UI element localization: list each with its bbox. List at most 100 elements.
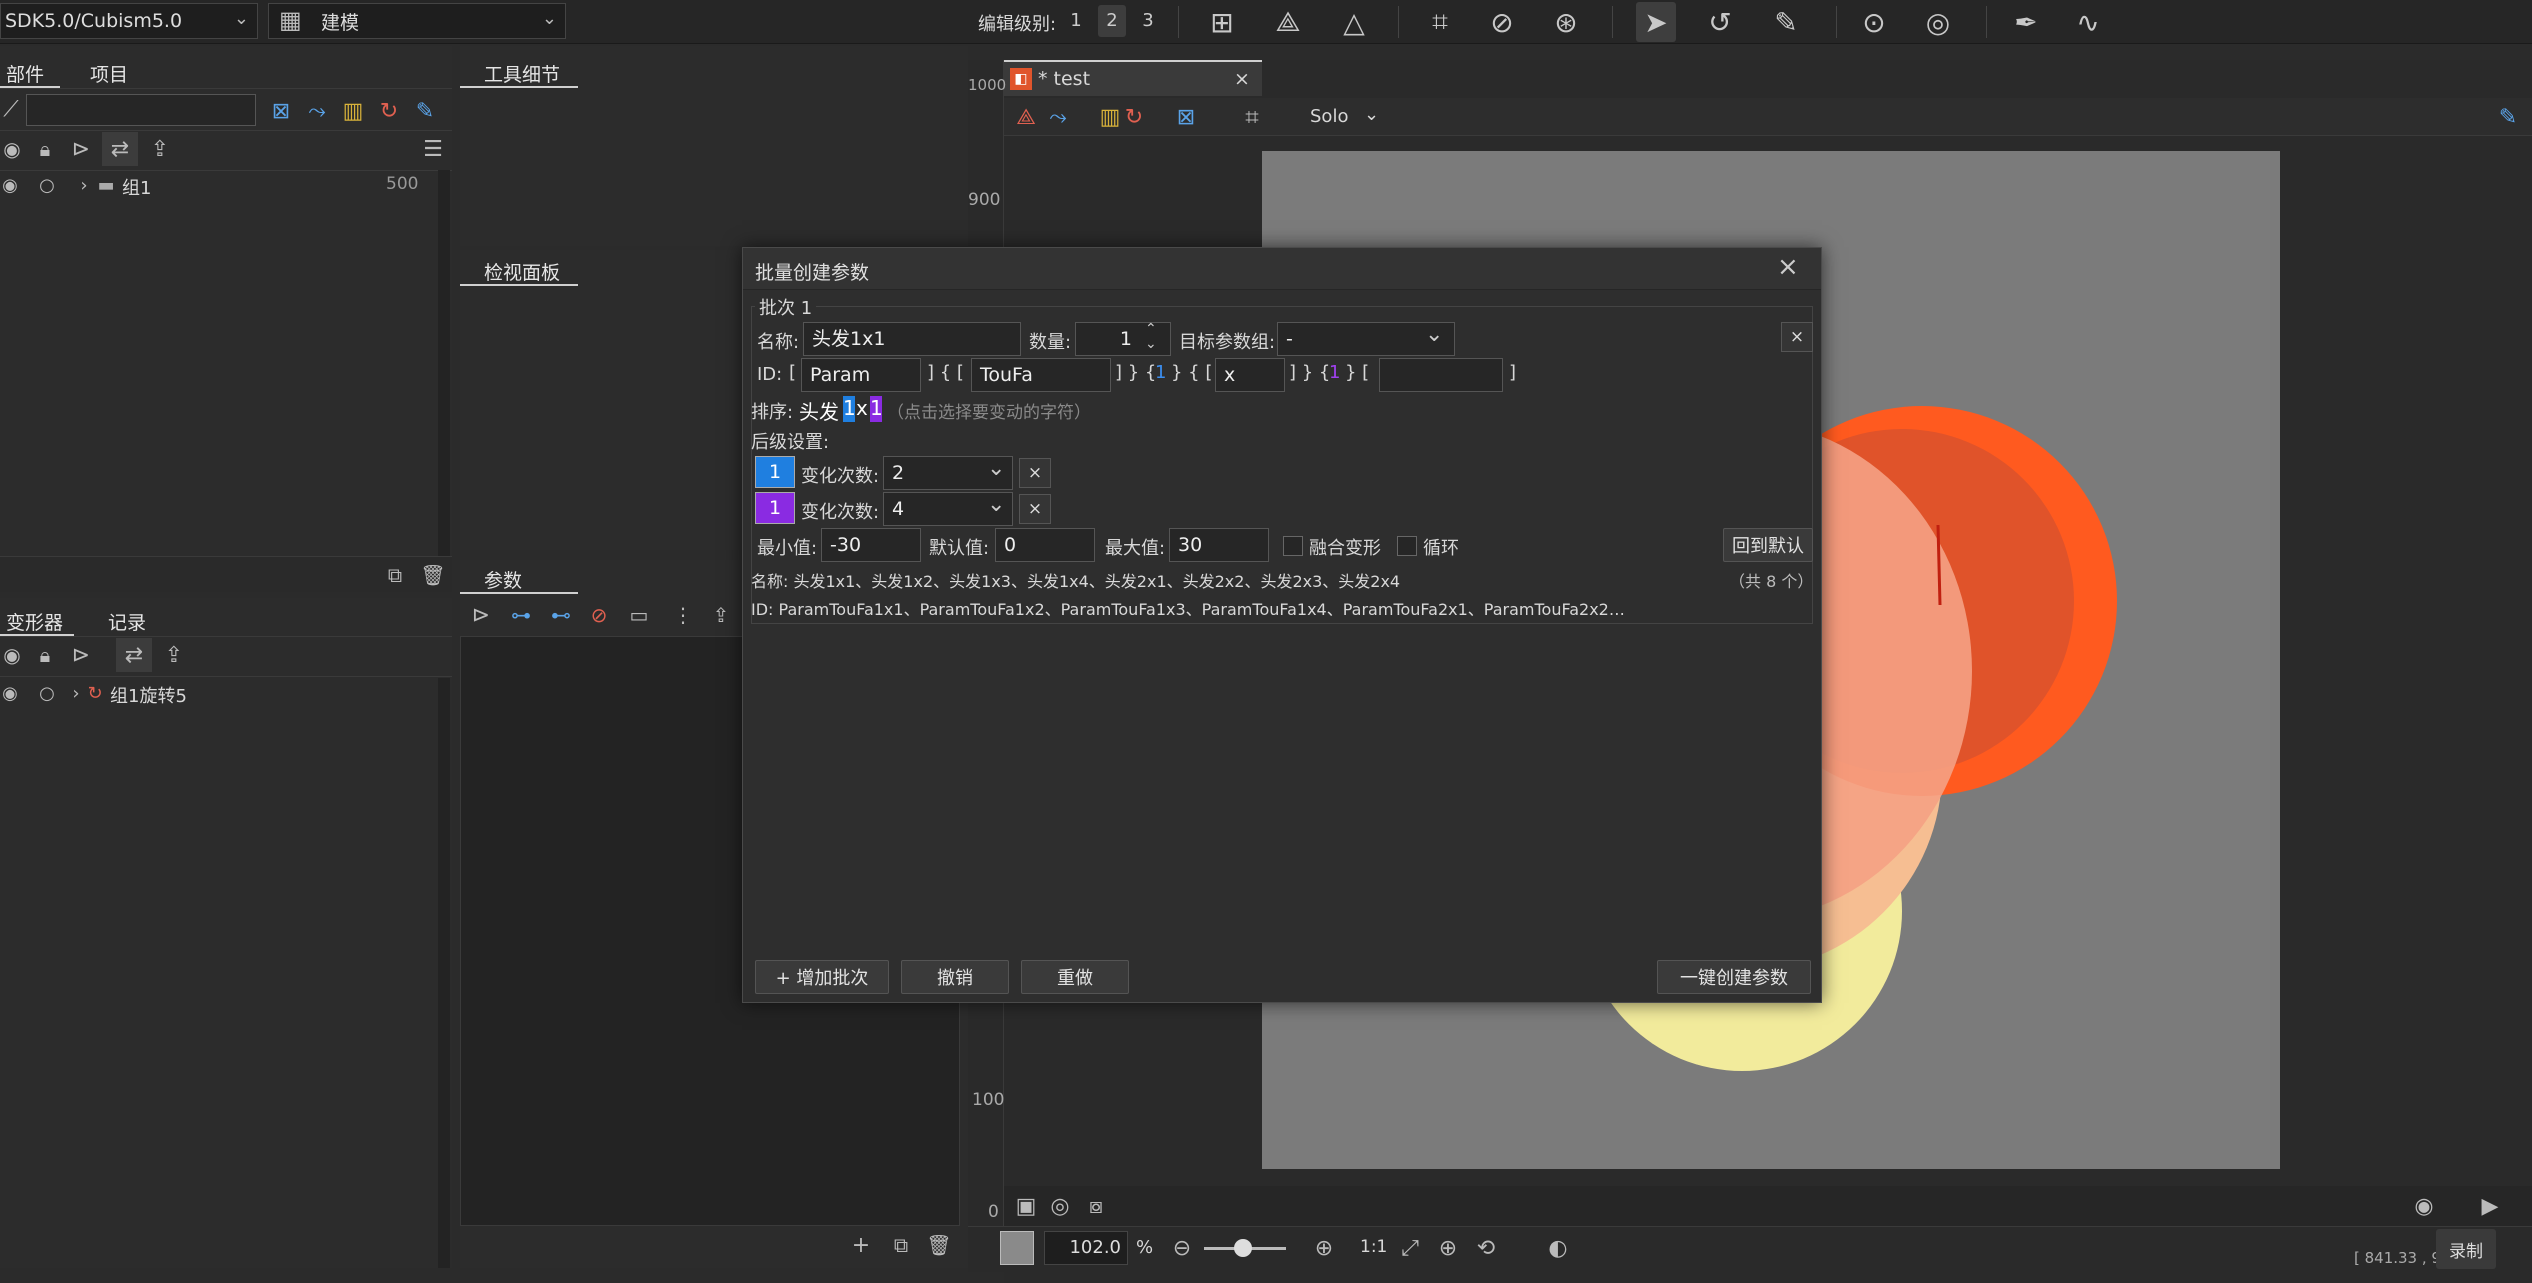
suffix-badge-blue[interactable]: 1 <box>755 456 795 488</box>
path-icon[interactable]: ∿ <box>2068 2 2108 42</box>
id-variable-1[interactable]: 1 <box>1155 362 1166 383</box>
id-variable-2[interactable]: 1 <box>1329 362 1340 383</box>
record-button[interactable]: 录制 <box>2436 1229 2496 1269</box>
sdk-version-select[interactable]: SDK5.0/Cubism5.0 ⌄ <box>0 3 258 39</box>
default-input[interactable]: 0 <box>995 528 1095 562</box>
remove-suffix-button[interactable]: × <box>1019 458 1051 488</box>
radio-circle-icon[interactable]: ○ <box>34 172 60 198</box>
param-link-icon[interactable]: ⊷ <box>544 600 578 630</box>
tab-parts[interactable]: 部件 <box>6 60 44 87</box>
pin-add-icon[interactable]: ◎ <box>1918 2 1958 42</box>
rotation-icon[interactable]: ↻ <box>374 96 404 126</box>
camera-sync-icon[interactable]: ◎ <box>1044 1190 1076 1222</box>
pen-icon[interactable]: ✎ <box>2492 100 2524 134</box>
plus-icon[interactable]: + <box>846 1230 876 1260</box>
warp-icon[interactable]: ⊠ <box>266 96 296 126</box>
radio-circle-icon[interactable]: ○ <box>34 680 60 706</box>
undo-button[interactable]: 撤销 <box>901 960 1009 994</box>
chevron-down-icon[interactable]: ⌄ <box>987 492 1005 517</box>
tree-row[interactable]: ◉ ○ › ↻ 组1旋转5 <box>0 678 440 710</box>
grid-icon[interactable]: ⌗ <box>1232 100 1272 134</box>
eye-icon[interactable]: ◉ <box>0 680 20 706</box>
id-part3-input[interactable]: x <box>1215 358 1285 392</box>
menu-icon[interactable]: ☰ <box>418 134 448 164</box>
background-color-swatch[interactable] <box>1000 1231 1034 1265</box>
swap-icon[interactable]: ⇄ <box>116 638 152 672</box>
play-circle-icon[interactable]: ⊳ <box>466 600 496 630</box>
remove-suffix-button[interactable]: × <box>1019 494 1051 524</box>
chevron-down-icon[interactable]: ⌄ <box>987 456 1005 481</box>
layout-icon[interactable]: ⊞ <box>1202 2 1242 42</box>
document-tab[interactable]: ◧ * test × <box>1004 60 1262 96</box>
min-input[interactable]: -30 <box>821 528 921 562</box>
trash-icon[interactable]: 🗑︎ <box>418 561 448 589</box>
param-export-icon[interactable]: ⇪ <box>704 600 738 630</box>
pen-icon[interactable]: ✒ <box>2006 2 2046 42</box>
play-circle-icon[interactable]: ⊳ <box>66 134 96 164</box>
create-all-button[interactable]: 一键创建参数 <box>1657 960 1811 994</box>
param-slider-icon[interactable]: ▭ <box>622 600 656 630</box>
filter-icon[interactable]: ⟋ <box>0 94 22 124</box>
chevron-right-icon[interactable]: › <box>76 172 92 198</box>
param-grid-icon[interactable]: ⋮ <box>666 600 700 630</box>
mesh-edit-icon[interactable]: ⟁ <box>1268 2 1308 42</box>
zoom-in-icon[interactable]: ⊕ <box>1308 1231 1340 1265</box>
auto-mesh-icon[interactable]: △ <box>1334 2 1374 42</box>
dialog-titlebar[interactable]: 批量创建参数 × <box>743 248 1821 290</box>
chevron-down-icon[interactable]: ⌄ <box>1364 104 1379 125</box>
param-add-icon[interactable]: ⊶ <box>504 600 538 630</box>
scrollbar[interactable] <box>438 170 450 590</box>
toggle-icon[interactable]: ◐ <box>1538 1231 1578 1265</box>
chevron-down-icon[interactable]: ⌄ <box>1425 322 1443 347</box>
param-remove-icon[interactable]: ⊘ <box>582 600 616 630</box>
rotation-deformer-icon[interactable]: ⊘ <box>1482 2 1522 42</box>
parts-search-input[interactable] <box>26 94 256 126</box>
copy-icon[interactable]: ⧉ <box>380 561 410 589</box>
fit-icon[interactable]: ⤢ <box>1394 1231 1426 1265</box>
edit-level-2[interactable]: 2 <box>1098 5 1126 37</box>
zoom-out-icon[interactable]: ⊖ <box>1166 1231 1198 1265</box>
warp-deformer-icon[interactable]: ⌗ <box>1420 2 1460 42</box>
mode-select[interactable]: ▦ 建模 ⌄ <box>268 3 566 39</box>
lasso-icon[interactable]: ↺ <box>1700 2 1740 42</box>
close-icon[interactable]: × <box>1234 68 1250 90</box>
ratio-label[interactable]: 1:1 <box>1360 1237 1387 1257</box>
id-suffix-input[interactable] <box>1379 358 1503 392</box>
chevron-right-icon[interactable]: › <box>68 680 84 706</box>
lock-icon[interactable]: 🔒︎ <box>30 134 60 164</box>
name-input[interactable]: 头发1x1 <box>803 322 1021 356</box>
export-lock-icon[interactable]: ⇪ <box>156 638 192 672</box>
reset-default-button[interactable]: 回到默认 <box>1723 528 1813 562</box>
swap-icon[interactable]: ⇄ <box>102 132 138 166</box>
mesh-icon[interactable]: ⟁ <box>1010 100 1042 134</box>
rotation-icon[interactable]: ↻ <box>1118 100 1150 134</box>
order-prefix[interactable]: 头发 <box>799 396 839 425</box>
center-icon[interactable]: ⊕ <box>1432 1231 1464 1265</box>
eye-icon[interactable]: ◉ <box>0 172 20 198</box>
order-char-2[interactable]: 1 <box>870 396 883 422</box>
play-icon[interactable]: ▶ <box>2474 1190 2506 1222</box>
suffix-badge-purple[interactable]: 1 <box>755 492 795 524</box>
close-icon[interactable]: × <box>1777 252 1799 282</box>
eye-icon[interactable]: ◉ <box>0 640 24 670</box>
zoom-input[interactable]: 102.0 <box>1044 1231 1128 1265</box>
export-lock-icon[interactable]: ⇪ <box>142 132 178 166</box>
max-input[interactable]: 30 <box>1169 528 1269 562</box>
keyform-icon[interactable]: ▥ <box>338 96 368 126</box>
pin-icon[interactable]: ⊙ <box>1854 2 1894 42</box>
zoom-slider-handle[interactable] <box>1234 1239 1252 1257</box>
order-char-1[interactable]: 1 <box>843 396 856 422</box>
add-batch-button[interactable]: + 增加批次 <box>755 960 889 994</box>
tab-deformer[interactable]: 变形器 <box>6 608 63 635</box>
scrollbar[interactable] <box>438 678 450 1268</box>
id-part2-input[interactable]: TouFa <box>971 358 1111 392</box>
record-circle-icon[interactable]: ◉ <box>2408 1190 2440 1222</box>
tab-history[interactable]: 记录 <box>108 608 146 635</box>
blend-checkbox[interactable] <box>1283 536 1303 556</box>
glue-icon[interactable]: ⊛ <box>1546 2 1586 42</box>
eye-icon[interactable]: ◉ <box>0 134 24 164</box>
brush-icon[interactable]: ✎ <box>1766 2 1806 42</box>
tab-project[interactable]: 项目 <box>90 60 128 87</box>
solo-label[interactable]: Solo <box>1310 106 1348 127</box>
tree-row[interactable]: ◉ ○ › ▬ 组1 500 <box>0 170 440 202</box>
